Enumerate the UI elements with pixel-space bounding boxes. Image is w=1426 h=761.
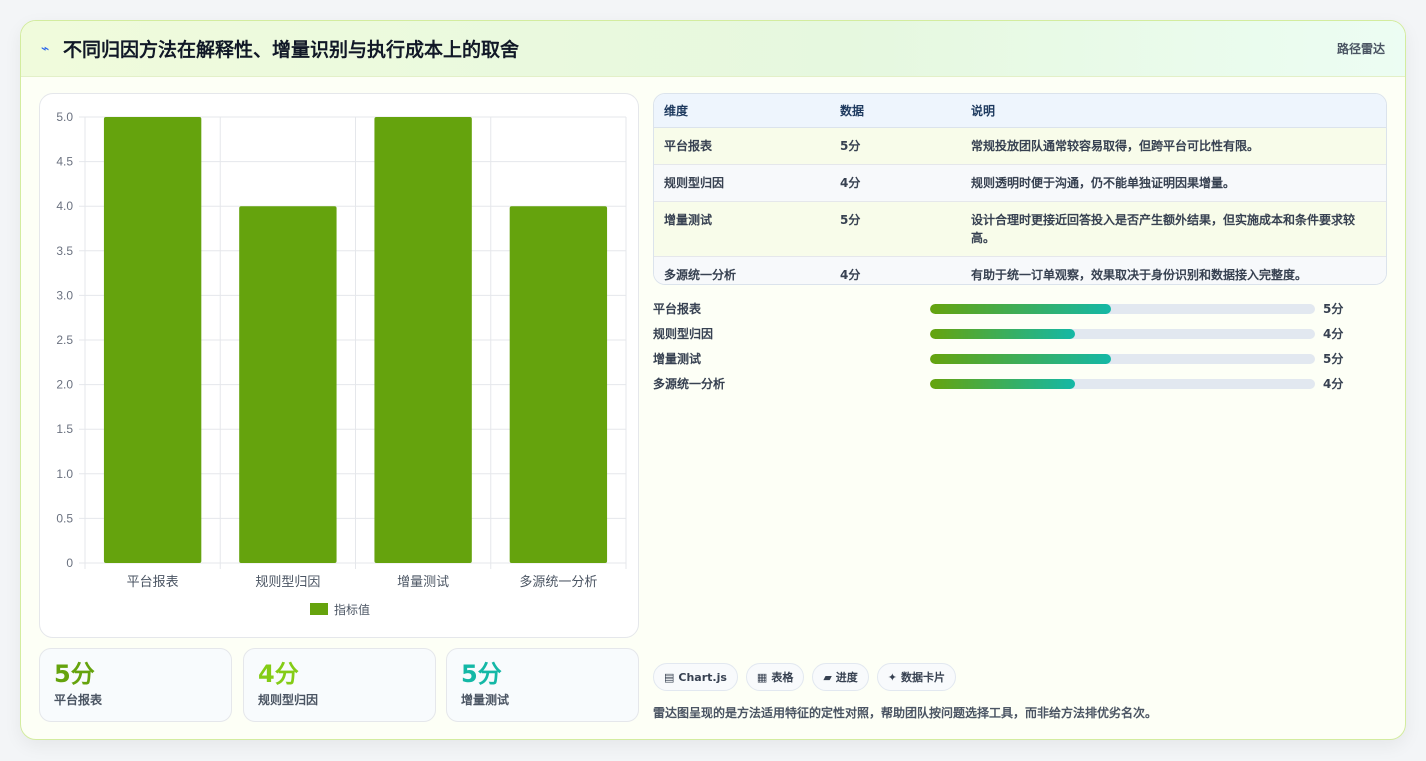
y-tick-label: 3.5 bbox=[56, 244, 73, 258]
table-row: 多源统一分析 4分 有助于统一订单观察，效果取决于身份识别和数据接入完整度。 bbox=[654, 256, 1386, 284]
chip-label: 数据卡片 bbox=[901, 671, 946, 684]
table-row: 平台报表 5分 常规投放团队通常较容易取得，但跨平台可比性有限。 bbox=[654, 127, 1386, 165]
tag-chips: ▤ Chart.js ▦ 表格 ▰ 进度 ✦ 数据卡片 bbox=[653, 663, 957, 691]
x-tick-label: 增量测试 bbox=[397, 575, 449, 590]
kpi-card-incremental: 5分 增量测试 bbox=[446, 648, 639, 722]
title-group: ⌁ 不同归因方法在解释性、增量识别与执行成本上的取舍 bbox=[41, 35, 519, 62]
y-tick-label: 4.5 bbox=[56, 155, 73, 169]
x-tick-label: 多源统一分析 bbox=[519, 574, 597, 590]
progress-label: 平台报表 bbox=[653, 302, 702, 316]
progress-label: 多源统一分析 bbox=[653, 377, 726, 391]
progress-label: 增量测试 bbox=[653, 352, 702, 366]
legend-swatch bbox=[310, 603, 328, 615]
y-tick-label: 4.0 bbox=[56, 199, 73, 213]
chip-label: Chart.js bbox=[678, 670, 727, 684]
cell-value: 5分 bbox=[830, 127, 961, 165]
progress-label: 规则型归因 bbox=[653, 327, 714, 341]
chip-data-card[interactable]: ✦ 数据卡片 bbox=[876, 663, 957, 691]
bar bbox=[509, 206, 608, 563]
table-row: 规则型归因 4分 规则透明时便于沟通，仍不能单独证明因果增量。 bbox=[654, 164, 1386, 202]
bar bbox=[239, 206, 337, 563]
legend-label: 指标值 bbox=[334, 602, 370, 617]
progress-track bbox=[930, 353, 1315, 364]
kpi-label: 规则型归因 bbox=[258, 693, 319, 707]
card-header: ⌁ 不同归因方法在解释性、增量识别与执行成本上的取舍 路径雷达 bbox=[21, 21, 1405, 77]
y-tick-label: 1.5 bbox=[56, 422, 73, 436]
cell-dimension: 规则型归因 bbox=[654, 164, 830, 202]
bar-chart-panel: 0 0.5 1.0 1.5 2.0 2.5 3.0 3.5 4.0 4.5 5.0 平台报表 规则型归因… bbox=[39, 93, 639, 638]
progress-fill bbox=[930, 328, 1075, 339]
chip-table[interactable]: ▦ 表格 bbox=[745, 663, 805, 691]
table-header-row: 维度 数据 说明 bbox=[654, 94, 1386, 128]
x-tick-label: 规则型归因 bbox=[255, 575, 320, 590]
progress-list: 平台报表 5分 规则型归因 4分 增量测试 5分 多源统一分析 4分 bbox=[653, 296, 1387, 396]
progress-row: 规则型归因 4分 bbox=[653, 321, 1387, 346]
cell-value: 4分 bbox=[830, 164, 961, 202]
bar bbox=[374, 117, 472, 563]
progress-track bbox=[930, 328, 1315, 339]
progress-value: 5分 bbox=[1323, 352, 1344, 366]
chip-label: 进度 bbox=[835, 671, 858, 684]
progress-track bbox=[930, 378, 1315, 389]
footnote: 雷达图呈现的是方法适用特征的定性对照，帮助团队按问题选择工具，而非给方法排优劣名… bbox=[653, 706, 1158, 720]
progress-row: 平台报表 5分 bbox=[653, 296, 1387, 321]
bar-chart: 0 0.5 1.0 1.5 2.0 2.5 3.0 3.5 4.0 4.5 5.0 平台报表 规则型归因… bbox=[56, 110, 627, 617]
chip-chartjs[interactable]: ▤ Chart.js bbox=[653, 663, 738, 691]
y-tick-label: 0.5 bbox=[56, 511, 73, 525]
cell-dimension: 多源统一分析 bbox=[654, 256, 830, 284]
progress-track bbox=[930, 303, 1315, 314]
cell-description: 常规投放团队通常较容易取得，但跨平台可比性有限。 bbox=[961, 127, 1386, 165]
progress-value: 4分 bbox=[1323, 327, 1344, 341]
header-tag: 路径雷达 bbox=[1336, 42, 1385, 56]
y-tick-label: 2.5 bbox=[56, 333, 73, 347]
data-table: 维度 数据 说明 平台报表 5分 常规投放团队通常较容易取得，但跨平台可比性有限… bbox=[653, 93, 1387, 285]
progress-row: 增量测试 5分 bbox=[653, 346, 1387, 371]
kpi-card-rule: 4分 规则型归因 bbox=[243, 648, 436, 722]
report-card: ⌁ 不同归因方法在解释性、增量识别与执行成本上的取舍 路径雷达 0 0.5 1.0 1… bbox=[20, 20, 1406, 740]
cell-description: 有助于统一订单观察，效果取决于身份识别和数据接入完整度。 bbox=[961, 256, 1386, 284]
y-tick-label: 1.0 bbox=[56, 467, 73, 481]
kpi-value: 5分 bbox=[461, 660, 502, 688]
column-header-description: 说明 bbox=[961, 94, 1386, 128]
table-icon: ▦ bbox=[756, 670, 768, 684]
cell-value: 5分 bbox=[830, 201, 961, 257]
chart-icon: ▤ bbox=[664, 670, 675, 684]
progress-icon: ▰ bbox=[823, 670, 832, 684]
cell-description: 设计合理时更接近回答投入是否产生额外结果，但实施成本和条件要求较高。 bbox=[961, 201, 1386, 257]
progress-fill bbox=[930, 353, 1111, 364]
kpi-card-platform: 5分 平台报表 bbox=[39, 648, 232, 722]
progress-row: 多源统一分析 4分 bbox=[653, 371, 1387, 396]
progress-value: 5分 bbox=[1323, 302, 1344, 316]
kpi-value: 4分 bbox=[258, 660, 299, 688]
cell-dimension: 增量测试 bbox=[654, 201, 830, 257]
pulse-icon: ⌁ bbox=[41, 40, 50, 57]
sparkle-icon: ✦ bbox=[887, 670, 898, 684]
page-title: 不同归因方法在解释性、增量识别与执行成本上的取舍 bbox=[63, 39, 520, 61]
cell-value: 4分 bbox=[830, 256, 961, 284]
bar bbox=[103, 117, 202, 563]
kpi-label: 平台报表 bbox=[54, 693, 103, 707]
y-tick-label: 3.0 bbox=[56, 288, 73, 302]
kpi-value: 5分 bbox=[54, 660, 95, 688]
progress-fill bbox=[930, 303, 1111, 314]
progress-fill bbox=[930, 378, 1075, 389]
y-tick-label: 2.0 bbox=[56, 378, 73, 392]
column-header-data: 数据 bbox=[830, 94, 961, 128]
x-tick-label: 平台报表 bbox=[127, 575, 179, 590]
y-tick-label: 0 bbox=[66, 556, 73, 570]
cell-description: 规则透明时便于沟通，仍不能单独证明因果增量。 bbox=[961, 164, 1386, 202]
chip-label: 表格 bbox=[771, 671, 794, 684]
chip-progress[interactable]: ▰ 进度 bbox=[812, 663, 869, 691]
cell-dimension: 平台报表 bbox=[654, 127, 830, 165]
progress-value: 4分 bbox=[1323, 377, 1344, 391]
y-tick-label: 5.0 bbox=[56, 110, 73, 124]
kpi-label: 增量测试 bbox=[461, 693, 510, 707]
table-row: 增量测试 5分 设计合理时更接近回答投入是否产生额外结果，但实施成本和条件要求较… bbox=[654, 201, 1386, 257]
column-header-dimension: 维度 bbox=[654, 94, 830, 128]
